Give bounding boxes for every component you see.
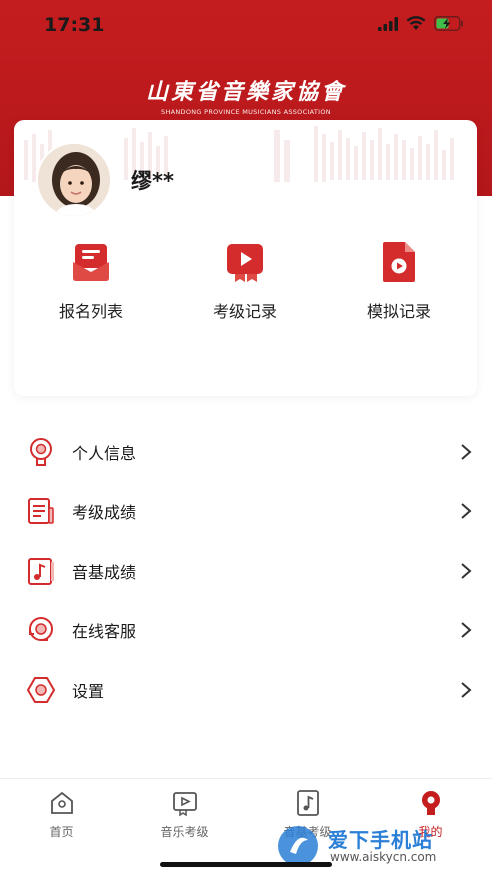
menu-item-label: 考级成绩	[72, 503, 137, 523]
quick-actions: 报名列表 考级记录 模拟记录	[14, 240, 477, 322]
quick-action-label: 报名列表	[58, 302, 123, 321]
tab-music-exam[interactable]: 音乐考级	[123, 789, 246, 840]
logo-chinese-name: 山東省音樂家協會	[145, 79, 346, 105]
watermark-text: 爱下手机站	[328, 828, 433, 852]
tab-label: 首页	[49, 825, 74, 839]
status-bar: 17:31	[0, 0, 492, 54]
profile-card: 缪** 报名列表 考级记录 模拟记录	[14, 120, 477, 396]
status-time: 17:31	[44, 14, 105, 36]
wifi-icon	[406, 16, 426, 30]
menu-item-label: 在线客服	[72, 622, 137, 642]
profile-icon	[421, 791, 440, 815]
watermark-url: www.aiskycn.com	[330, 850, 437, 864]
signal-icon	[378, 16, 398, 31]
menu-item-settings[interactable]: 设置	[0, 660, 492, 720]
menu-item-label: 个人信息	[72, 443, 137, 463]
battery-charging-icon	[434, 16, 463, 31]
quick-action-mock-record[interactable]: 模拟记录	[322, 240, 476, 322]
quick-action-label: 考级记录	[212, 302, 277, 321]
customer-service-icon	[29, 617, 53, 642]
logo-english-name: SHANDONG PROVINCE MUSICIANS ASSOCIATION	[161, 108, 331, 116]
home-indicator[interactable]	[160, 862, 332, 867]
quick-action-label: 模拟记录	[366, 302, 431, 321]
menu-item-exam-score[interactable]: 考级成绩	[0, 482, 492, 542]
menu-item-label: 音基成绩	[72, 562, 137, 582]
association-logo: 山東省音樂家協會 SHANDONG PROVINCE MUSICIANS ASS…	[0, 74, 492, 116]
tab-label: 音乐考级	[160, 825, 209, 839]
mock-record-icon	[383, 242, 415, 282]
chevron-right-icon	[461, 681, 472, 698]
quick-action-exam-record[interactable]: 考级记录	[168, 240, 322, 322]
registration-list-icon	[73, 244, 109, 281]
music-theory-score-icon	[28, 557, 54, 585]
menu-item-music-theory-score[interactable]: 音基成绩	[0, 541, 492, 601]
status-icons	[378, 16, 464, 31]
chevron-right-icon	[461, 562, 472, 579]
menu-item-customer-service[interactable]: 在线客服	[0, 601, 492, 661]
menu-item-label: 设置	[72, 681, 105, 701]
personal-info-icon	[30, 437, 52, 466]
username: 缪**	[131, 169, 174, 193]
music-note-icon	[296, 790, 319, 816]
exam-record-icon	[227, 244, 263, 282]
chevron-right-icon	[461, 622, 472, 639]
avatar[interactable]	[36, 142, 112, 218]
tab-home[interactable]: 首页	[0, 789, 123, 840]
quick-action-registration-list[interactable]: 报名列表	[14, 240, 168, 322]
chevron-right-icon	[461, 443, 472, 460]
home-icon	[50, 791, 73, 814]
menu-list: 个人信息 考级成绩 音基成绩 在线客服 设置	[0, 422, 492, 720]
settings-icon	[26, 676, 56, 703]
avatar-portrait	[38, 144, 110, 216]
exam-score-icon	[28, 498, 54, 525]
play-icon	[172, 792, 197, 817]
chevron-right-icon	[461, 503, 472, 520]
menu-item-personal-info[interactable]: 个人信息	[0, 422, 492, 482]
